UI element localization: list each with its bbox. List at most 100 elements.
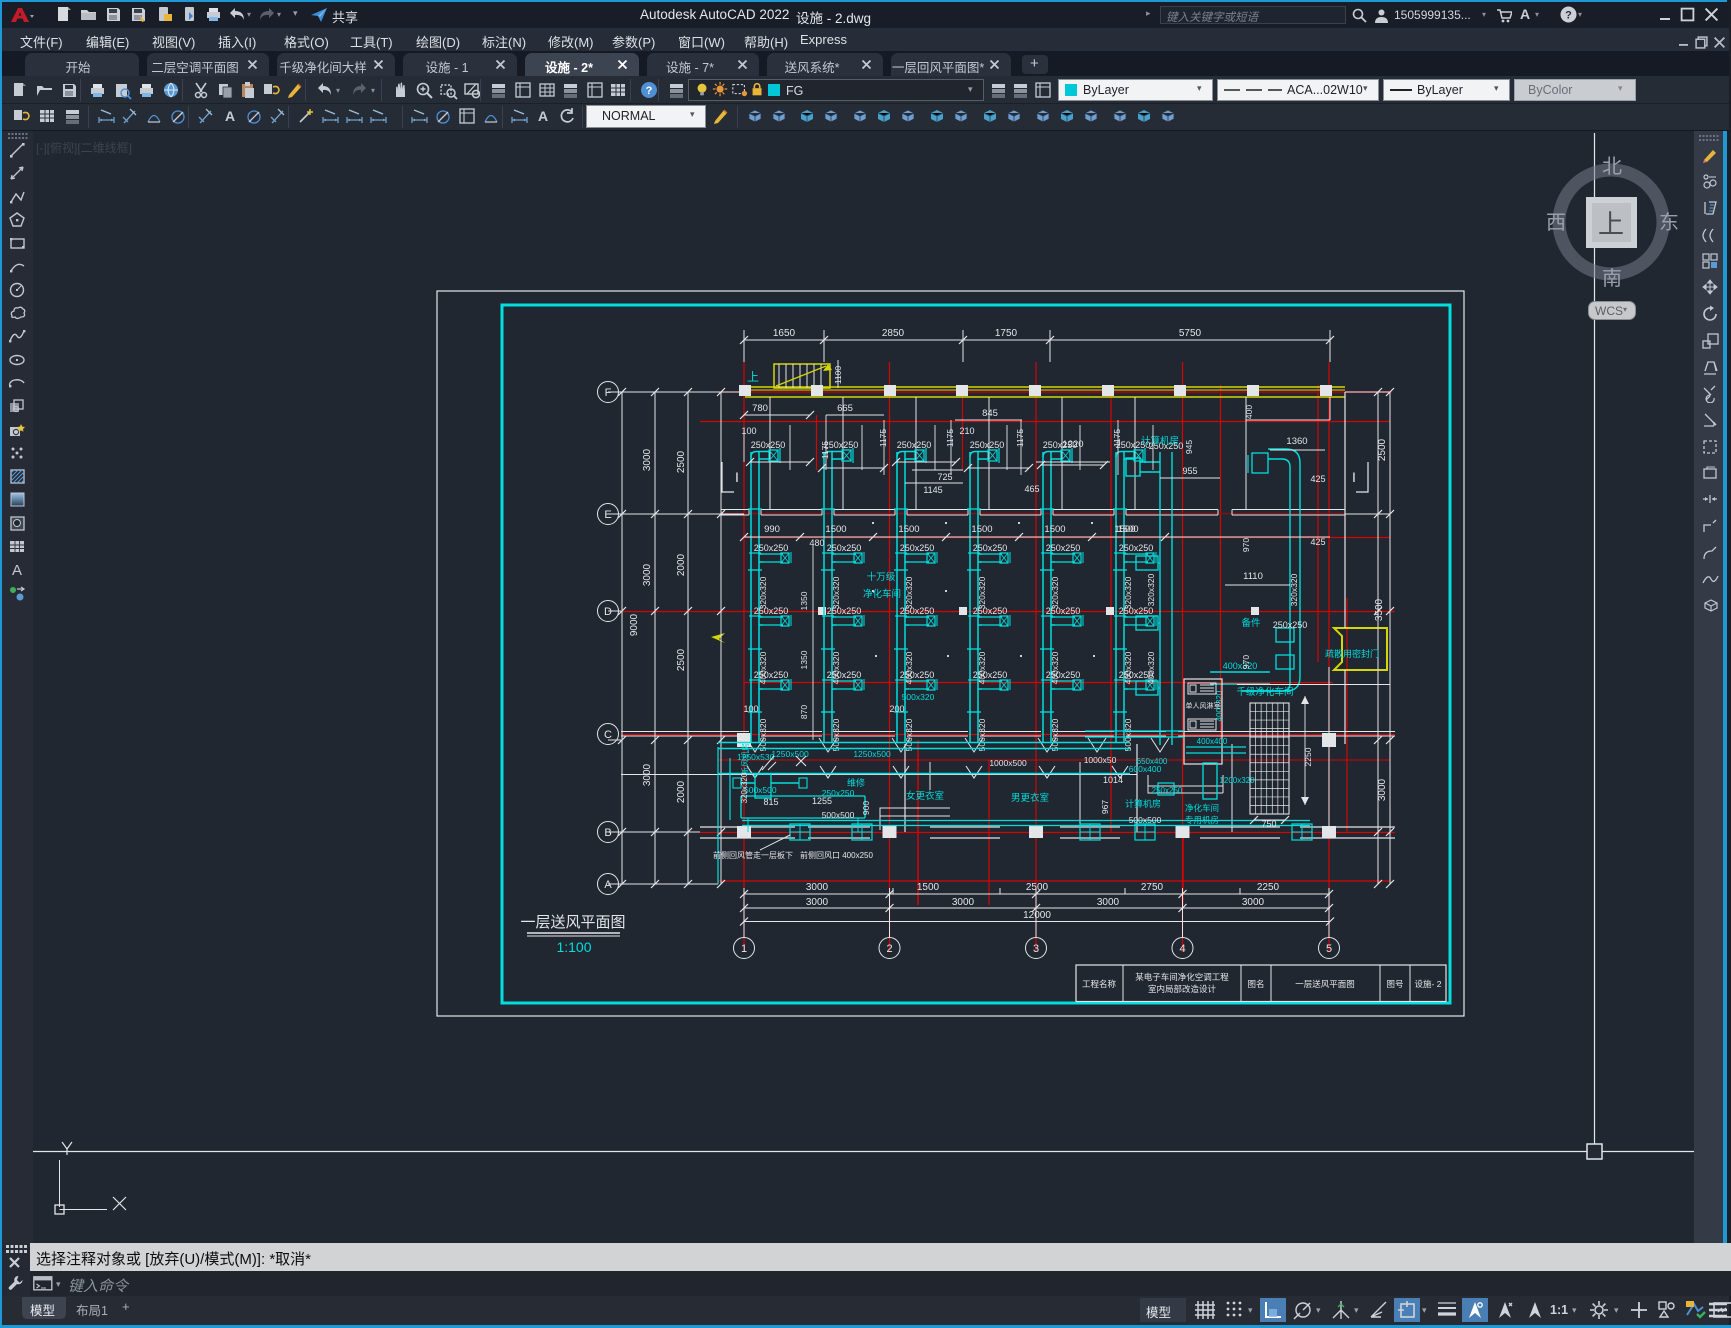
svg-text:250x250: 250x250 (751, 440, 786, 450)
svg-text:1750: 1750 (995, 328, 1018, 339)
svg-text:女更衣室: 女更衣室 (906, 790, 944, 802)
svg-text:3000: 3000 (952, 897, 975, 908)
svg-text:400x320: 400x320 (977, 651, 987, 684)
svg-text:425: 425 (1310, 537, 1325, 547)
svg-text:665: 665 (837, 403, 853, 414)
svg-text:D: D (604, 606, 612, 618)
svg-text:1175: 1175 (878, 429, 888, 448)
svg-text:320x320: 320x320 (1050, 576, 1060, 609)
svg-text:1:100: 1:100 (556, 939, 591, 955)
svg-text:955: 955 (1182, 466, 1197, 476)
svg-text:2500: 2500 (676, 648, 687, 671)
svg-text:12000: 12000 (1023, 910, 1051, 921)
svg-text:上: 上 (747, 370, 759, 384)
svg-text:设施- 2: 设施- 2 (1415, 979, 1442, 989)
svg-text:男更衣室: 男更衣室 (1011, 792, 1049, 804)
svg-text:C: C (604, 729, 612, 741)
svg-text:1500: 1500 (825, 524, 846, 535)
svg-text:计算机房: 计算机房 (1125, 798, 1161, 809)
svg-text:1500: 1500 (898, 524, 919, 535)
svg-text:3000: 3000 (806, 897, 829, 908)
svg-text:400x320: 400x320 (904, 651, 914, 684)
svg-text:E: E (604, 509, 611, 521)
svg-text:400x320: 400x320 (1223, 661, 1258, 671)
svg-text:250x250: 250x250 (897, 440, 932, 450)
svg-text:1: 1 (741, 943, 747, 955)
svg-text:320x320: 320x320 (904, 576, 914, 609)
svg-text:250x250: 250x250 (1046, 543, 1081, 553)
svg-text:210: 210 (959, 426, 974, 436)
svg-text:320x320: 320x320 (740, 772, 749, 803)
svg-text:5: 5 (1326, 943, 1332, 955)
svg-text:工程名称: 工程名称 (1082, 979, 1117, 989)
svg-text:维修: 维修 (847, 777, 865, 788)
svg-text:1250x530: 1250x530 (737, 752, 775, 762)
svg-text:650x400: 650x400 (1137, 757, 1168, 766)
svg-text:1000x500: 1000x500 (989, 758, 1027, 768)
svg-text:990: 990 (764, 524, 780, 535)
svg-text:一层送风平面图: 一层送风平面图 (520, 914, 625, 931)
svg-text:F: F (605, 387, 612, 399)
svg-text:1500: 1500 (1044, 524, 1065, 535)
svg-text:400x320: 400x320 (758, 651, 768, 684)
svg-text:400x400: 400x400 (1197, 737, 1228, 746)
svg-text:1255: 1255 (812, 796, 832, 806)
svg-text:净化车间: 净化车间 (863, 588, 901, 600)
svg-text:2750: 2750 (1141, 882, 1164, 893)
svg-text:3000: 3000 (806, 882, 829, 893)
svg-text:1500: 1500 (1114, 524, 1135, 535)
svg-text:2500: 2500 (1377, 438, 1388, 461)
svg-text:1100: 1100 (833, 366, 843, 385)
svg-text:I: I (735, 469, 739, 485)
svg-text:250x250: 250x250 (1152, 786, 1183, 795)
svg-text:500x320: 500x320 (831, 718, 841, 751)
svg-text:780: 780 (752, 403, 768, 414)
svg-text:500x320: 500x320 (1123, 718, 1133, 751)
svg-text:3000: 3000 (642, 563, 653, 586)
svg-text:400x320: 400x320 (1123, 651, 1133, 684)
svg-text:967: 967 (1100, 800, 1110, 814)
svg-text:前侧回风口 400x250: 前侧回风口 400x250 (800, 850, 873, 860)
svg-text:前侧回风管走一层板下: 前侧回风管走一层板下 (713, 850, 793, 860)
svg-text:320x320: 320x320 (1123, 576, 1133, 609)
svg-text:500x320: 500x320 (977, 718, 987, 751)
svg-text:B: B (604, 827, 611, 839)
svg-text:500x500: 500x500 (1129, 815, 1162, 825)
svg-text:1200x320: 1200x320 (1219, 776, 1255, 785)
svg-text:320x320: 320x320 (831, 576, 841, 609)
svg-text:1650: 1650 (773, 328, 796, 339)
svg-text:1014: 1014 (1103, 775, 1123, 785)
svg-text:400x320: 400x320 (831, 651, 841, 684)
svg-text:图名: 图名 (1247, 979, 1264, 989)
svg-text:500x500: 500x500 (822, 810, 855, 820)
svg-text:疏散用密封门: 疏散用密封门 (1325, 648, 1379, 659)
svg-text:425: 425 (1310, 474, 1325, 484)
svg-text:1250x500: 1250x500 (771, 749, 809, 759)
svg-text:2000: 2000 (676, 780, 687, 803)
svg-text:一层送风平面图: 一层送风平面图 (1295, 979, 1355, 989)
svg-text:1110: 1110 (1243, 571, 1263, 582)
svg-text:900: 900 (861, 801, 871, 815)
svg-text:3000: 3000 (1242, 897, 1265, 908)
svg-text:3000: 3000 (1097, 897, 1120, 908)
svg-text:945: 945 (1184, 440, 1194, 454)
svg-text:净化车间: 净化车间 (1185, 803, 1219, 813)
svg-text:1175: 1175 (820, 441, 830, 460)
svg-text:250x250: 250x250 (1119, 543, 1154, 553)
svg-text:I: I (1352, 469, 1356, 485)
svg-text:图号: 图号 (1386, 979, 1403, 989)
svg-text:单人风淋室: 单人风淋室 (1186, 701, 1221, 710)
svg-text:专用机房: 专用机房 (1185, 815, 1219, 825)
svg-text:465: 465 (1024, 484, 1039, 494)
svg-text:320x320: 320x320 (1146, 573, 1156, 606)
svg-text:5750: 5750 (1179, 328, 1202, 339)
svg-text:室内局部改造设计: 室内局部改造设计 (1148, 984, 1217, 994)
svg-text:2000: 2000 (676, 553, 687, 576)
svg-text:2500: 2500 (1026, 882, 1049, 893)
svg-text:2250: 2250 (1257, 882, 1280, 893)
svg-text:845: 845 (982, 408, 998, 419)
svg-text:备件: 备件 (1241, 617, 1261, 629)
svg-text:3500: 3500 (1374, 598, 1385, 621)
svg-text:4: 4 (1179, 943, 1185, 955)
svg-text:320x320: 320x320 (977, 576, 987, 609)
